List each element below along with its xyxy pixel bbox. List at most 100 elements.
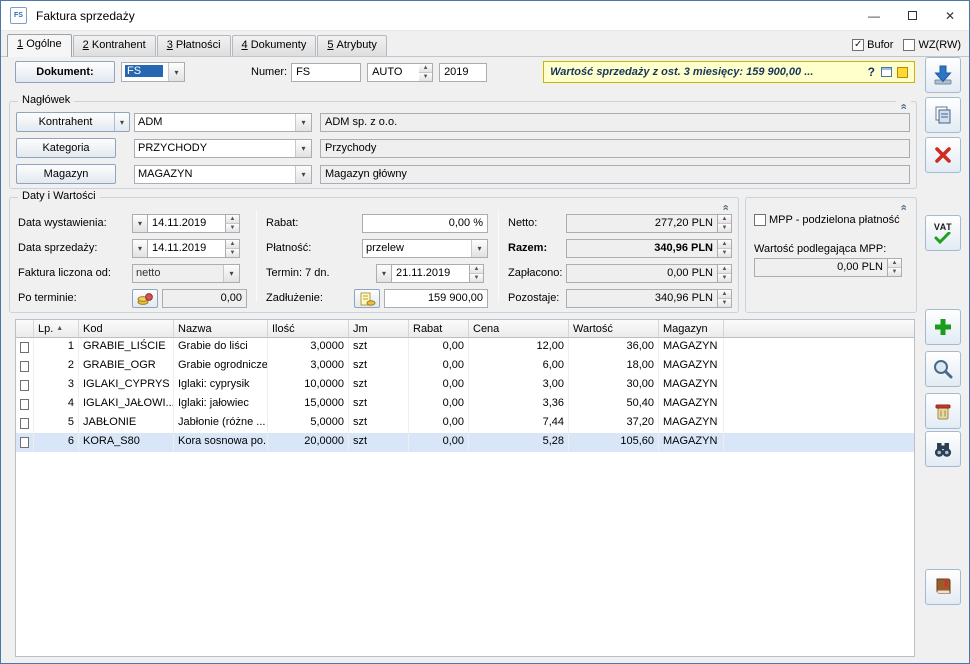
po-terminie-button[interactable] <box>132 289 158 308</box>
chevron-down-icon[interactable]: ▾ <box>295 140 311 157</box>
spinner-up-icon[interactable]: ▲ <box>718 290 731 298</box>
spinner-up-icon[interactable]: ▲ <box>226 240 239 248</box>
add-button[interactable] <box>925 309 961 345</box>
row-checkbox[interactable] <box>20 361 29 372</box>
kategoria-code-combo[interactable]: PRZYCHODY ▾ <box>134 139 312 158</box>
col-header-rabat[interactable]: Rabat <box>409 320 469 338</box>
calendar-dropdown-icon[interactable]: ▾ <box>376 264 392 283</box>
spinner-down-icon[interactable]: ▼ <box>888 267 901 276</box>
zadluzenie-button[interactable] <box>354 289 380 308</box>
data-wystawienia-spinner[interactable]: ▲ ▼ <box>226 214 240 233</box>
table-row[interactable]: 5 JABŁONIE Jabłonie (różne ... 5,0000 sz… <box>16 414 914 433</box>
row-checkbox[interactable] <box>20 342 29 353</box>
spinner-up-icon[interactable]: ▲ <box>470 265 483 273</box>
chevron-down-icon[interactable]: ▾ <box>168 63 184 81</box>
magazyn-button[interactable]: Magazyn <box>16 164 116 184</box>
kontrahent-button[interactable]: Kontrahent ▾ <box>16 112 130 132</box>
dokument-button[interactable]: Dokument: <box>15 61 115 83</box>
spinner-up-icon[interactable]: ▲ <box>226 215 239 223</box>
platnosc-combo[interactable]: przelew ▾ <box>362 239 488 258</box>
maximize-button[interactable] <box>893 1 931 30</box>
zaplacono-spinner[interactable]: ▲ ▼ <box>718 264 732 283</box>
pozostaje-spinner[interactable]: ▲ ▼ <box>718 289 732 308</box>
mpp-collapse-button[interactable]: « <box>896 200 911 214</box>
help-icon[interactable]: ? <box>868 65 875 79</box>
row-checkbox[interactable] <box>20 437 29 448</box>
netto-spinner[interactable]: ▲ ▼ <box>718 214 732 233</box>
document-schema-combo[interactable]: FS ▾ <box>121 62 185 82</box>
numer-year-field[interactable]: 2019 <box>439 63 487 82</box>
table-row[interactable]: 6 KORA_S80 Kora sosnowa po... 20,0000 sz… <box>16 433 914 452</box>
col-header-wartosc[interactable]: Wartość <box>569 320 659 338</box>
kategoria-button[interactable]: Kategoria <box>16 138 116 158</box>
table-row[interactable]: 4 IGLAKI_JAŁOWI... Iglaki: jałowiec 15,0… <box>16 395 914 414</box>
rabat-field[interactable]: 0,00 % <box>362 214 488 233</box>
vat-button[interactable]: VAT <box>925 215 961 251</box>
spinner-down-icon[interactable]: ▼ <box>226 248 239 257</box>
bufor-checkbox[interactable]: ✓ Bufor <box>852 39 893 51</box>
col-header-cena[interactable]: Cena <box>469 320 569 338</box>
col-header-nazwa[interactable]: Nazwa <box>174 320 268 338</box>
chevron-down-icon[interactable]: ▾ <box>223 265 239 282</box>
faktura-liczona-combo[interactable]: netto ▾ <box>132 264 240 283</box>
daty-collapse-button[interactable]: « <box>718 200 733 214</box>
save-all-button[interactable] <box>925 97 961 133</box>
termin-spinner[interactable]: ▲ ▼ <box>470 264 484 283</box>
table-row[interactable]: 3 IGLAKI_CYPRYS Iglaki: cyprysik 10,0000… <box>16 376 914 395</box>
spinner-down-icon[interactable]: ▼ <box>718 223 731 232</box>
tab-platnosci[interactable]: 3 Płatności <box>157 35 231 56</box>
chevron-down-icon[interactable]: ▾ <box>295 166 311 183</box>
close-button[interactable]: ✕ <box>931 1 969 30</box>
col-header-lp[interactable]: Lp.▲ <box>34 320 79 338</box>
spinner-down-icon[interactable]: ▼ <box>226 223 239 232</box>
calendar-dropdown-icon[interactable]: ▾ <box>132 214 148 233</box>
row-checkbox[interactable] <box>20 380 29 391</box>
spinner-down-icon[interactable]: ▼ <box>718 298 731 307</box>
col-header-ilosc[interactable]: Ilość <box>268 320 349 338</box>
spinner-up-icon[interactable]: ▲ <box>419 64 432 72</box>
spinner-down-icon[interactable]: ▼ <box>470 273 483 282</box>
spinner-down-icon[interactable]: ▼ <box>718 273 731 282</box>
table-row[interactable]: 2 GRABIE_OGR Grabie ogrodnicze 3,0000 sz… <box>16 357 914 376</box>
row-checkbox[interactable] <box>20 399 29 410</box>
spinner-down-icon[interactable]: ▼ <box>718 248 731 257</box>
mpp-spinner[interactable]: ▲ ▼ <box>888 258 902 277</box>
chevron-down-icon[interactable]: ▾ <box>295 114 311 131</box>
numer-auto-field[interactable]: AUTO <box>367 63 419 82</box>
delete-button[interactable] <box>925 393 961 429</box>
wz-checkbox[interactable]: WZ(RW) <box>903 39 961 51</box>
pin-note-icon[interactable] <box>897 67 908 78</box>
documents-button[interactable] <box>925 569 961 605</box>
edit-button[interactable] <box>925 351 961 387</box>
data-wystawienia-field[interactable]: 14.11.2019 <box>148 214 226 233</box>
spinner-up-icon[interactable]: ▲ <box>718 265 731 273</box>
row-checkbox[interactable] <box>20 418 29 429</box>
naglowek-collapse-button[interactable]: « <box>896 99 911 113</box>
tab-atrybuty[interactable]: 5 Atrybuty <box>317 35 387 56</box>
spinner-down-icon[interactable]: ▼ <box>419 72 432 81</box>
numer-prefix-field[interactable]: FS <box>291 63 361 82</box>
kontrahent-code-combo[interactable]: ADM ▾ <box>134 113 312 132</box>
table-row[interactable]: 1 GRABIE_LIŚCIE Grabie do liści 3,0000 s… <box>16 338 914 357</box>
magazyn-code-combo[interactable]: MAGAZYN ▾ <box>134 165 312 184</box>
save-button[interactable] <box>925 57 961 93</box>
minimize-button[interactable]: — <box>855 1 893 30</box>
col-header-magazyn[interactable]: Magazyn <box>659 320 724 338</box>
col-header-kod[interactable]: Kod <box>79 320 174 338</box>
data-sprzedazy-field[interactable]: 14.11.2019 <box>148 239 226 258</box>
spinner-up-icon[interactable]: ▲ <box>718 240 731 248</box>
find-button[interactable] <box>925 431 961 467</box>
calendar-dropdown-icon[interactable]: ▾ <box>132 239 148 258</box>
razem-spinner[interactable]: ▲ ▼ <box>718 239 732 258</box>
col-header-jm[interactable]: Jm <box>349 320 409 338</box>
detach-window-icon[interactable] <box>881 67 892 77</box>
spinner-up-icon[interactable]: ▲ <box>888 259 901 267</box>
tab-ogolne[interactable]: 1 Ogólne <box>7 34 72 57</box>
cancel-button[interactable] <box>925 137 961 173</box>
termin-date-field[interactable]: 21.11.2019 <box>392 264 470 283</box>
chevron-down-icon[interactable]: ▾ <box>471 240 487 257</box>
tab-kontrahent[interactable]: 2 Kontrahent <box>73 35 156 56</box>
spinner-up-icon[interactable]: ▲ <box>718 215 731 223</box>
tab-dokumenty[interactable]: 4 Dokumenty <box>232 35 317 56</box>
chevron-down-icon[interactable]: ▾ <box>114 113 129 131</box>
